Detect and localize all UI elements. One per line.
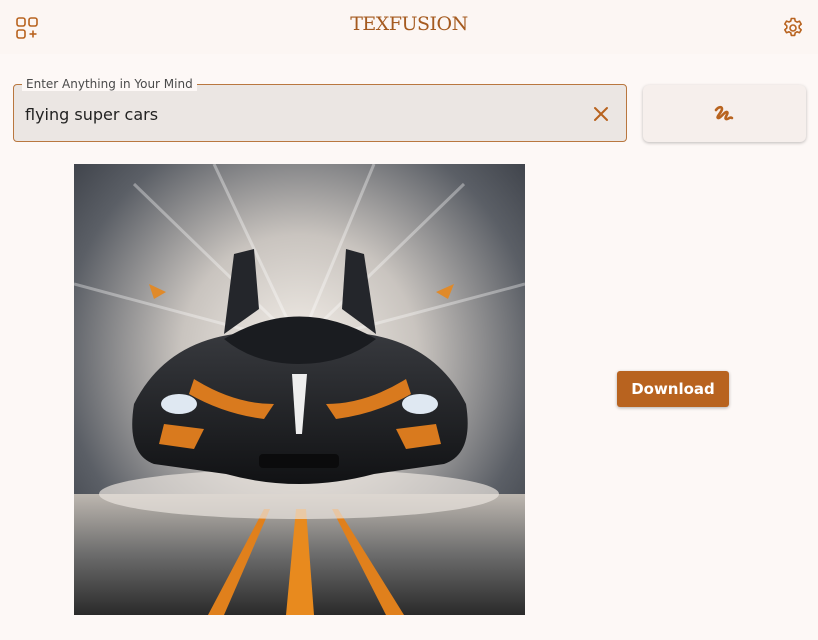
generate-squiggle-icon [714, 105, 734, 121]
generated-image [74, 164, 525, 615]
prompt-label: Enter Anything in Your Mind [22, 77, 197, 91]
close-icon[interactable] [591, 104, 611, 124]
prompt-field[interactable]: Enter Anything in Your Mind [13, 77, 627, 142]
gear-icon[interactable] [781, 16, 805, 40]
prompt-input[interactable] [25, 102, 565, 126]
generate-button[interactable] [643, 85, 806, 142]
app-title: TEXFUSION [350, 13, 468, 35]
download-button[interactable]: Download [617, 371, 729, 407]
top-bar: TEXFUSION [0, 0, 818, 54]
